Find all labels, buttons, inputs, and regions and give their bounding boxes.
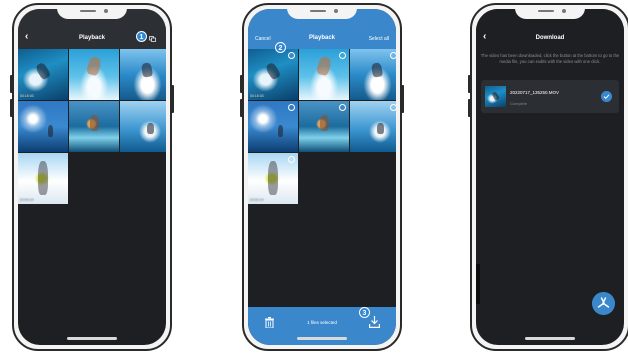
download-description: The video has been downloaded, click the… (480, 53, 620, 64)
phone-frame-playback: ‹ Playback 00:15:03 00:00:24 (10, 3, 174, 351)
selection-checkbox[interactable] (339, 52, 346, 59)
media-thumbnail[interactable] (69, 101, 119, 152)
selection-checkbox[interactable] (288, 104, 295, 111)
home-indicator (297, 337, 347, 340)
notch (515, 5, 585, 19)
media-thumbnail[interactable] (120, 101, 166, 152)
media-thumbnail[interactable]: 00:15:03 (248, 49, 298, 100)
selection-screen: Cancel Playback Select all 00:15:03 00:0… (248, 9, 396, 345)
playback-screen: ‹ Playback 00:15:03 00:00:24 (18, 9, 166, 345)
selection-checkbox[interactable] (288, 52, 295, 59)
page-title: Download (535, 35, 565, 41)
media-thumbnail[interactable] (299, 101, 349, 152)
download-icon[interactable] (369, 316, 380, 328)
home-indicator (525, 337, 575, 340)
selection-checkbox[interactable] (339, 104, 346, 111)
media-thumbnail[interactable] (299, 49, 349, 100)
duration-label: 00:15:03 (250, 94, 264, 98)
downloaded-file-item[interactable]: 20220717_135250.MOV Complete (481, 80, 619, 113)
phone-frame-download: ‹ Download The video has been downloaded… (468, 3, 628, 351)
media-thumbnail[interactable] (18, 101, 68, 152)
media-thumbnail[interactable] (69, 49, 119, 100)
media-thumbnail[interactable]: 00:00:24 (248, 153, 298, 204)
duration-label: 00:15:03 (20, 94, 34, 98)
download-screen: ‹ Download The video has been downloaded… (476, 9, 624, 345)
media-thumbnail[interactable] (248, 101, 298, 152)
select-all-button[interactable]: Select all (369, 36, 389, 42)
clip-editor-icon[interactable] (592, 292, 615, 315)
selection-checkbox[interactable] (390, 52, 396, 59)
media-thumbnail[interactable]: 00:15:03 (18, 49, 68, 100)
notch (287, 5, 357, 19)
callout-badge: 3 (359, 307, 370, 318)
file-name: 20220717_135250.MOV (510, 90, 560, 95)
callout-badge: 2 (275, 42, 286, 53)
file-thumbnail (485, 86, 506, 107)
checkmark-icon (601, 91, 612, 102)
selection-checkbox[interactable] (288, 156, 295, 163)
media-thumbnail[interactable] (350, 49, 396, 100)
duration-label: 00:00:24 (20, 198, 34, 202)
callout-badge: 1 (136, 31, 147, 42)
phone-frame-selection: Cancel Playback Select all 00:15:03 00:0… (240, 3, 404, 351)
notch (57, 5, 127, 19)
multi-select-icon[interactable] (149, 36, 156, 42)
media-thumbnail[interactable] (350, 101, 396, 152)
duration-label: 00:00:24 (250, 198, 264, 202)
selection-checkbox[interactable] (390, 104, 396, 111)
home-indicator (67, 337, 117, 340)
media-thumbnail[interactable] (120, 49, 166, 100)
download-status: Complete (510, 101, 528, 106)
media-thumbnail[interactable]: 00:00:24 (18, 153, 68, 204)
